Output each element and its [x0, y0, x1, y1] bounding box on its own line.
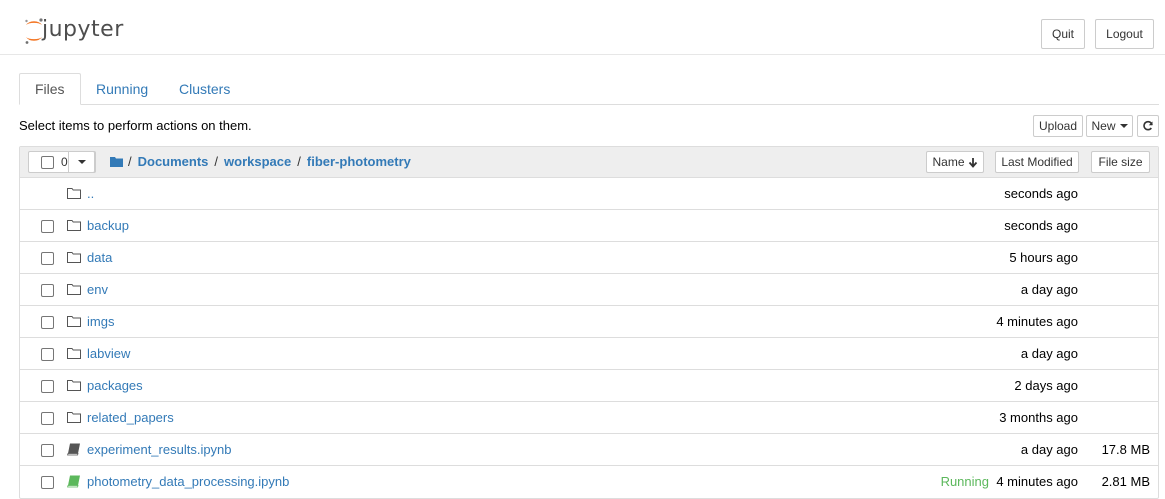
breadcrumb-fiber-photometry[interactable]: fiber-photometry	[307, 154, 411, 169]
row-checkbox[interactable]	[41, 412, 54, 425]
table-row[interactable]: backup seconds ago	[20, 210, 1158, 242]
last-modified: seconds ago	[1004, 186, 1078, 201]
item-name-link[interactable]: data	[87, 250, 112, 265]
file-size: 2.81 MB	[1101, 474, 1150, 489]
list-header: 0 / Documents / workspace / fiber-photom…	[20, 147, 1158, 178]
row-checkbox[interactable]	[41, 476, 54, 489]
selected-count: 0	[61, 155, 68, 169]
breadcrumb-separator: /	[214, 154, 219, 169]
select-dropdown-button[interactable]	[68, 151, 95, 173]
header: jupyter Quit Logout	[0, 0, 1165, 55]
breadcrumb-workspace[interactable]: workspace	[224, 154, 291, 169]
last-modified: 3 months ago	[999, 410, 1078, 425]
table-row[interactable]: env a day ago	[20, 274, 1158, 306]
file-list: 0 / Documents / workspace / fiber-photom…	[19, 146, 1159, 499]
item-name-link[interactable]: packages	[87, 378, 143, 393]
table-row[interactable]: photometry_data_processing.ipynb Running 4…	[20, 466, 1158, 498]
table-row[interactable]: experiment_results.ipynb a day ago 17.8 MB	[20, 434, 1158, 466]
tab-bar: Files Running Clusters	[19, 73, 1159, 105]
chevron-down-icon	[78, 160, 86, 164]
folder-icon	[67, 348, 81, 359]
item-name-link[interactable]: labview	[87, 346, 130, 361]
folder-icon	[67, 284, 81, 295]
sort-name-label: Name	[932, 155, 965, 169]
breadcrumb: / Documents / workspace / fiber-photomet…	[110, 154, 411, 169]
folder-icon	[67, 380, 81, 391]
breadcrumb-documents[interactable]: Documents	[138, 154, 209, 169]
item-name-link[interactable]: related_papers	[87, 410, 174, 425]
last-modified: 4 minutes ago	[996, 314, 1078, 329]
last-modified: a day ago	[1020, 282, 1078, 297]
folder-icon	[67, 252, 81, 263]
upload-button[interactable]: Upload	[1033, 115, 1083, 137]
tab-clusters[interactable]: Clusters	[164, 73, 245, 105]
logout-button[interactable]: Logout	[1095, 19, 1154, 49]
sort-name-button[interactable]: Name	[926, 151, 984, 173]
logo-text[interactable]: jupyter	[42, 17, 124, 42]
folder-icon	[67, 188, 81, 199]
row-checkbox[interactable]	[41, 220, 54, 233]
last-modified: a day ago	[1020, 346, 1078, 361]
refresh-button[interactable]	[1137, 115, 1159, 137]
item-name-link[interactable]: experiment_results.ipynb	[87, 442, 232, 457]
item-name-link[interactable]: ..	[87, 186, 94, 201]
table-row[interactable]: labview a day ago	[20, 338, 1158, 370]
item-name-link[interactable]: backup	[87, 218, 129, 233]
table-row[interactable]: imgs 4 minutes ago	[20, 306, 1158, 338]
row-checkbox[interactable]	[41, 316, 54, 329]
chevron-down-icon	[1119, 124, 1128, 128]
tab-files[interactable]: Files	[19, 73, 81, 105]
last-modified: a day ago	[1020, 442, 1078, 457]
row-checkbox[interactable]	[41, 380, 54, 393]
new-dropdown-button[interactable]: New	[1086, 115, 1133, 137]
folder-icon[interactable]	[110, 156, 123, 167]
breadcrumb-separator: /	[128, 154, 132, 169]
row-checkbox[interactable]	[41, 348, 54, 361]
row-checkbox[interactable]	[41, 284, 54, 297]
folder-icon	[67, 316, 81, 327]
breadcrumb-separator: /	[297, 154, 301, 169]
last-modified: 2 days ago	[1014, 378, 1078, 393]
quit-button[interactable]: Quit	[1041, 19, 1085, 49]
notebook-icon	[67, 475, 80, 488]
table-row[interactable]: packages 2 days ago	[20, 370, 1158, 402]
row-checkbox[interactable]	[41, 444, 54, 457]
select-all-checkbox[interactable]	[41, 156, 54, 169]
file-size: 17.8 MB	[1101, 442, 1150, 457]
last-modified: 5 hours ago	[1009, 250, 1078, 265]
item-name-link[interactable]: photometry_data_processing.ipynb	[87, 474, 289, 489]
last-modified: seconds ago	[1004, 218, 1078, 233]
selection-hint: Select items to perform actions on them.	[19, 118, 252, 133]
table-row[interactable]: .. seconds ago	[20, 178, 1158, 210]
folder-icon	[67, 412, 81, 423]
file-rows: .. seconds ago backup seconds ago data 5 hour…	[20, 178, 1158, 498]
tab-running[interactable]: Running	[81, 73, 163, 105]
item-name-link[interactable]: env	[87, 282, 108, 297]
last-modified: 4 minutes ago	[996, 474, 1078, 489]
running-indicator: Running	[940, 474, 989, 489]
sort-size-button[interactable]: File size	[1091, 151, 1150, 173]
refresh-icon	[1143, 120, 1153, 131]
row-checkbox[interactable]	[41, 252, 54, 265]
table-row[interactable]: data 5 hours ago	[20, 242, 1158, 274]
table-row[interactable]: related_papers 3 months ago	[20, 402, 1158, 434]
folder-icon	[67, 220, 81, 231]
new-label: New	[1091, 119, 1116, 133]
arrow-down-icon	[968, 157, 977, 168]
sort-modified-button[interactable]: Last Modified	[995, 151, 1079, 173]
item-name-link[interactable]: imgs	[87, 314, 114, 329]
notebook-icon	[67, 443, 80, 456]
